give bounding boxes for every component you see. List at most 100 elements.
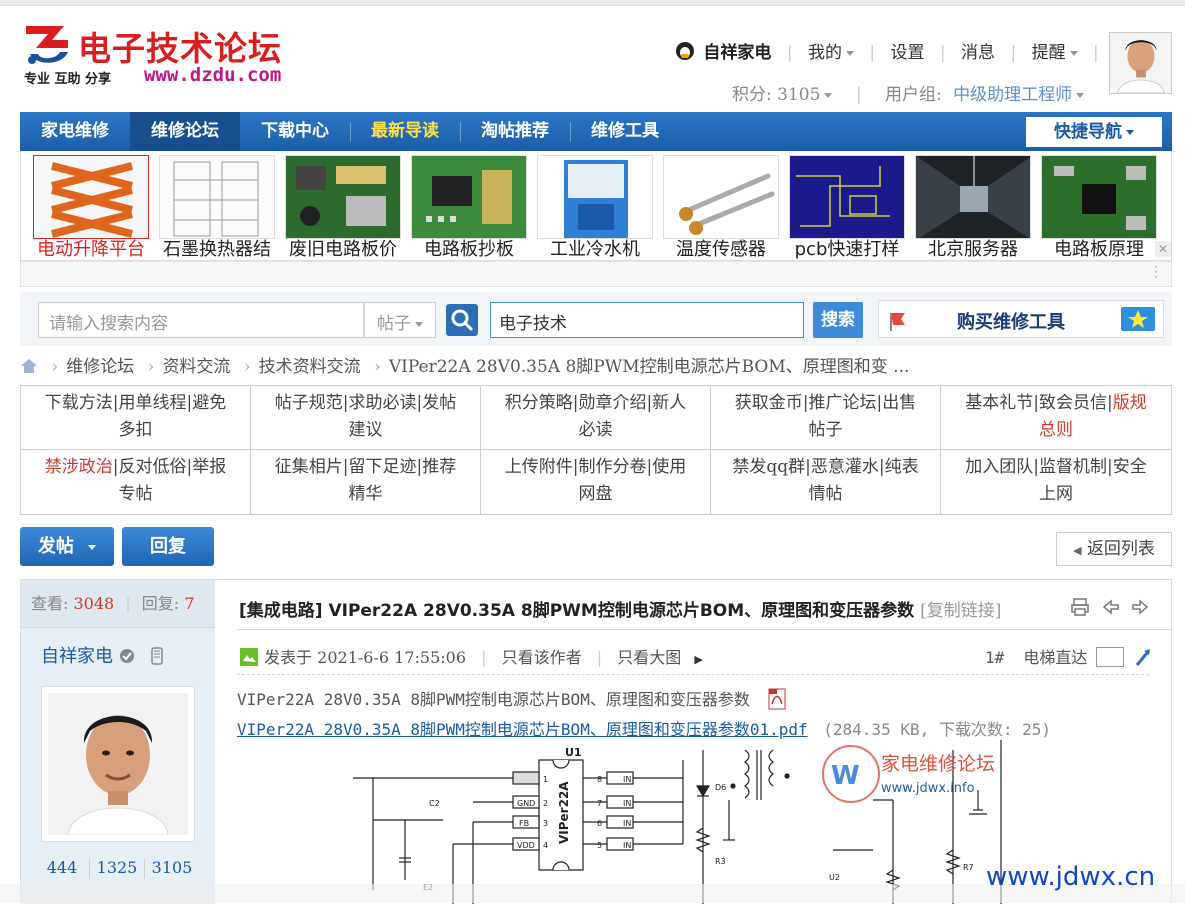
rule-link[interactable]: 帖子规范|求助必读|发帖建议 xyxy=(251,386,481,450)
keyword-input[interactable]: 电子技术 xyxy=(490,302,804,338)
ad-image-chiller[interactable] xyxy=(537,155,653,239)
ad-label[interactable]: 电路板抄板 xyxy=(406,235,532,261)
close-icon[interactable]: ✕ xyxy=(1155,241,1171,257)
breadcrumb-item[interactable]: 维修论坛 xyxy=(66,357,134,377)
author-name[interactable]: 自祥家电 xyxy=(41,646,113,667)
author-stats: 444 1325 3105 xyxy=(35,858,203,879)
only-author-link[interactable]: 只看该作者 xyxy=(502,648,582,667)
rule-text: |反对低俗|举报专帖 xyxy=(112,457,227,504)
svg-text:5: 5 xyxy=(597,841,602,850)
avatar[interactable] xyxy=(1109,32,1172,94)
quick-nav-button[interactable]: 快捷导航 xyxy=(1026,117,1162,147)
search-type-label: 帖子 xyxy=(377,314,411,334)
attachment-link[interactable]: VIPer22A 28V0.35A 8脚PWM控制电源芯片BOM、原理图和变压器… xyxy=(237,720,808,739)
author-stat[interactable]: 3105 xyxy=(145,858,199,877)
svg-text:W: W xyxy=(831,761,860,791)
next-thread-icon[interactable] xyxy=(1131,598,1149,616)
ad-label[interactable]: 工业冷水机 xyxy=(532,235,658,261)
search-icon xyxy=(451,309,473,331)
ad-label[interactable]: 电路板原理 xyxy=(1036,235,1162,261)
attachment-info: (284.35 KB, 下载次数: 25) xyxy=(823,720,1052,739)
ad-label[interactable]: 温度传感器 xyxy=(658,235,784,261)
menu-reminders[interactable]: 提醒 xyxy=(1032,43,1066,63)
verified-icon xyxy=(119,649,134,663)
ad-label[interactable]: 电动升降平台 xyxy=(28,235,154,261)
ad-label[interactable]: 北京服务器 xyxy=(910,235,1036,261)
nav-item-latest[interactable]: 最新导读 xyxy=(350,112,460,151)
ad-image-sensor[interactable] xyxy=(663,155,779,239)
breadcrumb-item[interactable]: 技术资料交流 xyxy=(259,357,361,377)
rule-link[interactable]: 禁涉政治|反对低俗|举报专帖 xyxy=(21,450,251,514)
floor-input[interactable] xyxy=(1096,647,1125,667)
rule-link[interactable]: 获取金币|推广论坛|出售帖子 xyxy=(711,386,941,450)
site-logo[interactable]: 电子技术论坛 专业 互助 分享 www.dzdu.com xyxy=(22,20,302,90)
schematic-pin-label: IN xyxy=(623,799,631,808)
nav-item-downloads[interactable]: 下载中心 xyxy=(240,112,350,151)
new-post-button[interactable]: 发帖 xyxy=(20,527,114,566)
nav-item-appliance[interactable]: 家电维修 xyxy=(20,112,130,151)
rule-link[interactable]: 征集相片|留下足迹|推荐精华 xyxy=(251,450,481,514)
ad-image-lift[interactable] xyxy=(33,155,149,239)
floor-number[interactable]: 1# xyxy=(985,648,1004,667)
top-border xyxy=(0,0,1185,6)
ad-label[interactable]: 石墨换热器结 xyxy=(154,235,280,261)
points-link[interactable]: 积分: 3105 xyxy=(732,85,820,105)
nav-item-tools[interactable]: 维修工具 xyxy=(570,112,680,151)
chevron-down-icon xyxy=(415,322,423,327)
ad-image-pcb-copy[interactable] xyxy=(411,155,527,239)
online-status-icon xyxy=(240,648,258,666)
prev-thread-icon[interactable] xyxy=(1102,598,1120,616)
keyword-search-button[interactable]: 搜索 xyxy=(813,302,863,338)
ad-image-circuit[interactable] xyxy=(1041,155,1157,239)
thread-title: [集成电路] VIPer22A 28V0.35A 8脚PWM控制电源芯片BOM、… xyxy=(239,596,1001,621)
menu-my[interactable]: 我的 xyxy=(808,43,842,63)
author-row: 自祥家电 xyxy=(41,642,164,668)
svg-text:8: 8 xyxy=(597,775,602,784)
reply-button[interactable]: 回复 xyxy=(122,527,214,566)
thread-tools xyxy=(1071,598,1161,618)
group-value[interactable]: 中级助理工程师 xyxy=(953,85,1072,105)
schematic-label: U2 xyxy=(829,873,840,882)
nav-item-forum[interactable]: 维修论坛 xyxy=(130,112,240,151)
back-to-list-button[interactable]: ◀ 返回列表 xyxy=(1056,532,1172,566)
ad-image-server[interactable] xyxy=(915,155,1031,239)
home-icon[interactable] xyxy=(20,358,38,374)
menu-settings[interactable]: 设置 xyxy=(891,43,925,63)
author-avatar[interactable] xyxy=(41,686,195,842)
nav-item-recommended[interactable]: 淘帖推荐 xyxy=(460,112,570,151)
buy-tools-banner[interactable]: 购买维修工具 xyxy=(878,300,1164,338)
post-sidebar: 查看: 3048 | 回复: 7 自祥家电 444 1325 3105 xyxy=(21,580,215,904)
rule-link[interactable]: 下载方法|用单线程|避免多扣 xyxy=(21,386,251,450)
breadcrumb-item[interactable]: 资料交流 xyxy=(162,357,230,377)
search-button[interactable] xyxy=(446,304,478,336)
copy-link-button[interactable]: [复制链接] xyxy=(920,601,1001,621)
more-vertical-icon[interactable]: ⋮ xyxy=(1149,264,1163,280)
star-icon[interactable] xyxy=(1121,307,1155,331)
rule-link[interactable]: 积分策略|勋章介绍|新人必读 xyxy=(481,386,711,450)
rule-link[interactable]: 禁发qq群|恶意灌水|纯表情帖 xyxy=(711,450,941,514)
ad-image-exchanger[interactable] xyxy=(159,155,275,239)
print-icon[interactable] xyxy=(1071,598,1089,616)
ad-label[interactable]: pcb快速打样 xyxy=(784,235,910,261)
author-stat[interactable]: 444 xyxy=(35,858,89,877)
rule-link[interactable]: 上传附件|制作分卷|使用网盘 xyxy=(481,450,711,514)
search-type-select[interactable]: 帖子 xyxy=(364,302,436,338)
username-link[interactable]: 自祥家电 xyxy=(703,43,771,63)
chevron-left-icon: ◀ xyxy=(1073,544,1082,557)
menu-messages[interactable]: 消息 xyxy=(961,43,995,63)
search-bar: 请输入搜索内容 帖子 电子技术 搜索 购买维修工具 xyxy=(20,292,1172,346)
ad-server-picture xyxy=(916,156,1030,238)
author-stat[interactable]: 1325 xyxy=(90,858,144,877)
schematic-image[interactable]: U1 VIPer22A GND FB VDD IN IN IN IN 1234 … xyxy=(333,740,1003,904)
search-input[interactable]: 请输入搜索内容 xyxy=(38,302,364,338)
big-image-link[interactable]: 只看大图 xyxy=(617,648,681,667)
rule-link[interactable]: 加入团队|监督机制|安全上网 xyxy=(941,450,1171,514)
jump-icon[interactable] xyxy=(1134,647,1154,667)
ad-image-pcb-waste[interactable] xyxy=(285,155,401,239)
post-body-text: VIPer22A 28V0.35A 8脚PWM控制电源芯片BOM、原理图和变压器… xyxy=(237,690,750,709)
schematic-label: R3 xyxy=(715,857,726,866)
ad-image-pcb-proto[interactable] xyxy=(789,155,905,239)
user-stats-row: 积分: 3105 | 用户组: 中级助理工程师 xyxy=(732,80,1085,105)
ad-label[interactable]: 废旧电路板价 xyxy=(280,235,406,261)
rule-link[interactable]: 基本礼节|致会员信|版规总则 xyxy=(941,386,1171,450)
